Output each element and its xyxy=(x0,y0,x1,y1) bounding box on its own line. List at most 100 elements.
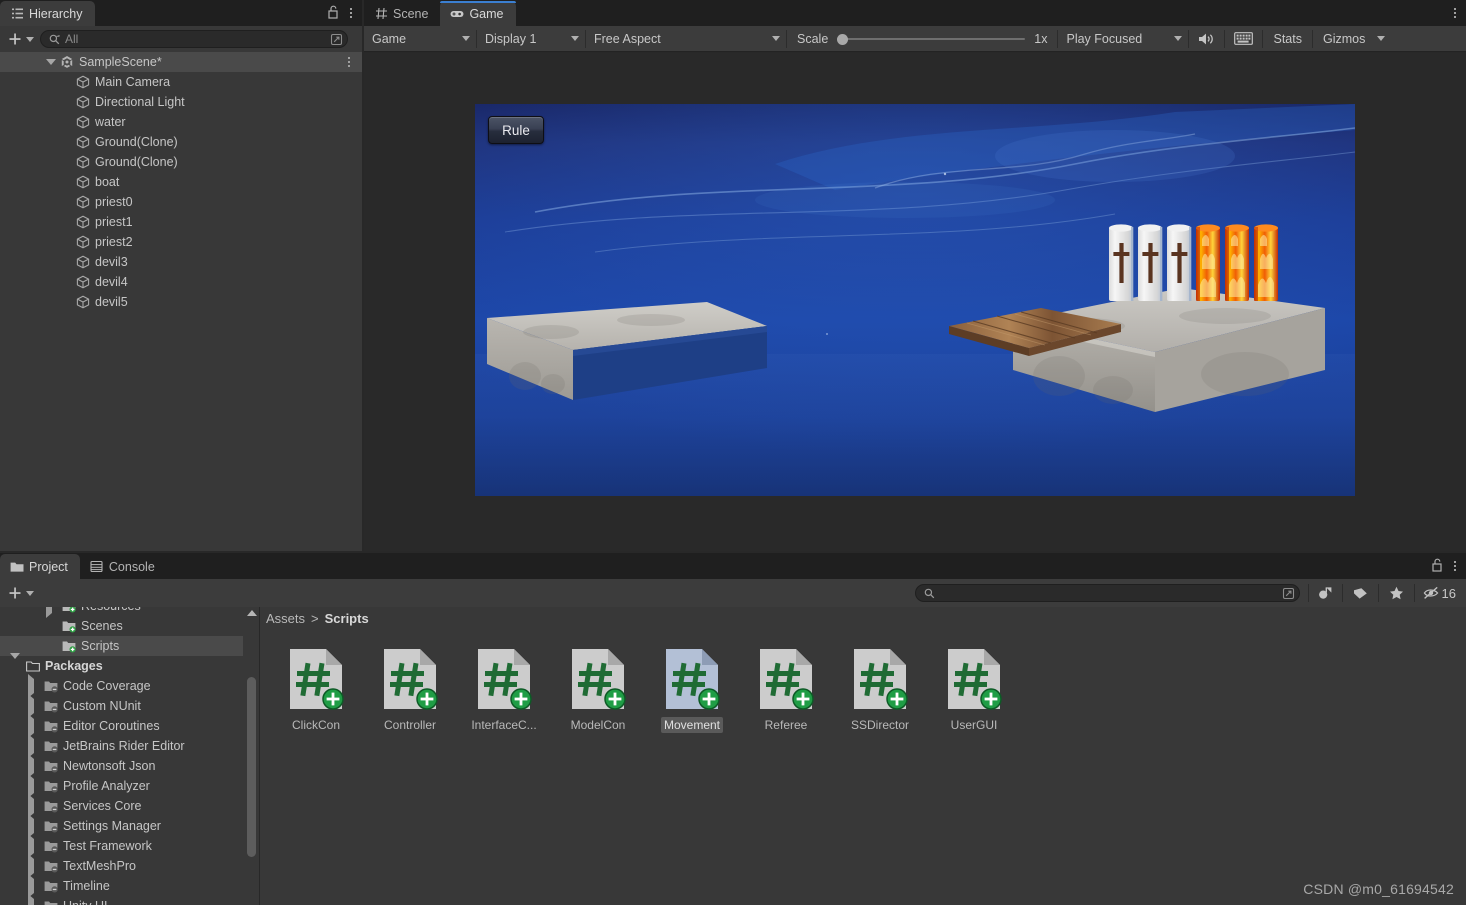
project-tree-row[interactable]: Packages xyxy=(0,653,243,676)
project-tree-scrollbar[interactable] xyxy=(243,607,260,905)
expand-arrow-icon[interactable] xyxy=(28,854,44,878)
tab-console[interactable]: Console xyxy=(80,554,167,579)
hierarchy-row[interactable]: priest2 xyxy=(0,232,362,252)
asset-item[interactable]: Controller xyxy=(376,647,444,733)
project-tree-row[interactable]: Services Core xyxy=(0,794,243,818)
kebab-menu-icon[interactable] xyxy=(350,8,352,18)
scroll-up-arrow-icon[interactable] xyxy=(247,610,257,616)
lock-open-icon[interactable] xyxy=(327,5,340,22)
expand-arrow-icon[interactable] xyxy=(28,874,44,898)
expand-arrow-icon[interactable] xyxy=(28,814,44,838)
project-tree-row[interactable]: Editor Coroutines xyxy=(0,714,243,738)
hierarchy-row[interactable]: devil4 xyxy=(0,272,362,292)
hidden-assets-counter[interactable]: 16 xyxy=(1415,586,1466,601)
hierarchy-row[interactable]: Main Camera xyxy=(0,72,362,92)
project-tree-row[interactable]: Unity UI xyxy=(0,894,243,905)
asset-item[interactable]: ClickCon xyxy=(282,647,350,733)
hierarchy-search-input[interactable] xyxy=(40,30,348,48)
display-dropdown[interactable]: Display 1 xyxy=(477,29,585,49)
hierarchy-row[interactable]: devil5 xyxy=(0,292,362,312)
hierarchy-add-button[interactable] xyxy=(0,32,40,46)
chevron-down-icon xyxy=(26,590,34,596)
hierarchy-row[interactable]: Ground(Clone) xyxy=(0,152,362,172)
asset-grid[interactable]: ClickCon Controller InterfaceC... ModelCon M… xyxy=(260,635,1466,905)
scale-slider-group[interactable]: Scale 1x xyxy=(787,32,1057,46)
mute-audio-button[interactable] xyxy=(1189,32,1224,46)
game-render-area[interactable]: Rule xyxy=(364,53,1466,551)
hierarchy-row[interactable]: priest0 xyxy=(0,192,362,212)
aspect-dropdown[interactable]: Free Aspect xyxy=(586,29,786,49)
project-search-field[interactable] xyxy=(939,585,1277,601)
hierarchy-row-scene[interactable]: SampleScene* xyxy=(0,52,362,72)
project-tree-row[interactable]: Custom NUnit xyxy=(0,694,243,718)
breadcrumb-current[interactable]: Scripts xyxy=(325,611,369,626)
stats-button[interactable]: Stats xyxy=(1263,29,1312,49)
project-header-actions xyxy=(1431,553,1466,579)
project-tree-row[interactable]: Scenes xyxy=(0,616,243,636)
expand-arrow-icon[interactable] xyxy=(46,607,62,618)
rule-button[interactable]: Rule xyxy=(488,116,544,144)
breadcrumb-root[interactable]: Assets xyxy=(266,611,305,626)
hierarchy-tree[interactable]: SampleScene* Main Camera Directional Light… xyxy=(0,52,362,551)
hierarchy-row[interactable]: priest1 xyxy=(0,212,362,232)
project-tree-row[interactable]: Newtonsoft Json xyxy=(0,754,243,778)
expand-arrow-icon[interactable] xyxy=(28,694,44,718)
asset-item[interactable]: InterfaceC... xyxy=(470,647,538,733)
folder-icon xyxy=(44,820,59,833)
project-tree-row[interactable]: Code Coverage xyxy=(0,674,243,698)
expand-arrow-icon[interactable] xyxy=(28,754,44,778)
kebab-menu-icon[interactable] xyxy=(1454,8,1456,18)
view-mode-dropdown[interactable]: Game xyxy=(364,29,476,49)
gizmos-dropdown[interactable]: Gizmos xyxy=(1313,29,1393,49)
expand-arrow-icon[interactable] xyxy=(28,674,44,698)
expand-arrow-icon[interactable] xyxy=(28,894,44,905)
expand-arrow-icon[interactable] xyxy=(28,794,44,818)
slider-handle[interactable] xyxy=(837,33,849,45)
expand-arrow-icon[interactable] xyxy=(28,714,44,738)
keyboard-shortcuts-button[interactable] xyxy=(1225,32,1262,45)
project-tree-row[interactable]: TextMeshPro xyxy=(0,854,243,878)
kebab-menu-icon[interactable] xyxy=(1454,561,1456,571)
project-folder-tree[interactable]: Resources Scenes Scripts Packages Code Cover… xyxy=(0,607,243,905)
play-mode-dropdown[interactable]: Play Focused xyxy=(1058,29,1188,49)
hierarchy-row[interactable]: Directional Light xyxy=(0,92,362,112)
kebab-menu-icon[interactable] xyxy=(348,57,350,67)
project-tree-row[interactable]: Settings Manager xyxy=(0,814,243,838)
tab-game[interactable]: Game xyxy=(440,1,516,26)
project-tree-row[interactable]: JetBrains Rider Editor xyxy=(0,734,243,758)
asset-item[interactable]: UserGUI xyxy=(940,647,1008,733)
hierarchy-row[interactable]: water xyxy=(0,112,362,132)
asset-item[interactable]: Movement xyxy=(658,647,726,733)
scrollbar-thumb[interactable] xyxy=(247,677,256,857)
expand-arrow-icon[interactable] xyxy=(10,653,26,673)
hierarchy-row[interactable]: boat xyxy=(0,172,362,192)
asset-item[interactable]: ModelCon xyxy=(564,647,632,733)
expand-arrow-icon[interactable] xyxy=(28,734,44,758)
chevron-down-icon xyxy=(1174,36,1183,41)
expand-arrow-icon[interactable] xyxy=(28,774,44,798)
project-tree-row[interactable]: Resources xyxy=(0,607,243,618)
project-tree-row[interactable]: Profile Analyzer xyxy=(0,774,243,798)
devil-4 xyxy=(1225,224,1249,301)
project-tree-row[interactable]: Test Framework xyxy=(0,834,243,858)
asset-item[interactable]: SSDirector xyxy=(846,647,914,733)
expand-arrow-icon[interactable] xyxy=(44,59,58,65)
asset-type-filter-icon[interactable] xyxy=(1309,586,1342,600)
project-tree-row[interactable]: Scripts xyxy=(0,636,243,656)
hierarchy-search-field[interactable] xyxy=(65,31,325,47)
asset-item[interactable]: Referee xyxy=(752,647,820,733)
project-search-input[interactable] xyxy=(914,584,1300,602)
expand-arrow-icon[interactable] xyxy=(28,834,44,858)
game-render-surface[interactable]: Rule xyxy=(475,104,1355,496)
tab-scene[interactable]: Scene xyxy=(364,1,440,26)
hierarchy-row[interactable]: devil3 xyxy=(0,252,362,272)
tab-hierarchy[interactable]: Hierarchy xyxy=(0,1,95,26)
tab-project[interactable]: Project xyxy=(0,554,80,579)
project-tree-row[interactable]: Timeline xyxy=(0,874,243,898)
lock-open-icon[interactable] xyxy=(1431,558,1444,575)
favorites-star-icon[interactable] xyxy=(1379,586,1414,600)
project-add-button[interactable] xyxy=(0,586,40,600)
hierarchy-row[interactable]: Ground(Clone) xyxy=(0,132,362,152)
scale-slider[interactable] xyxy=(837,33,1026,45)
label-filter-icon[interactable] xyxy=(1343,587,1378,600)
